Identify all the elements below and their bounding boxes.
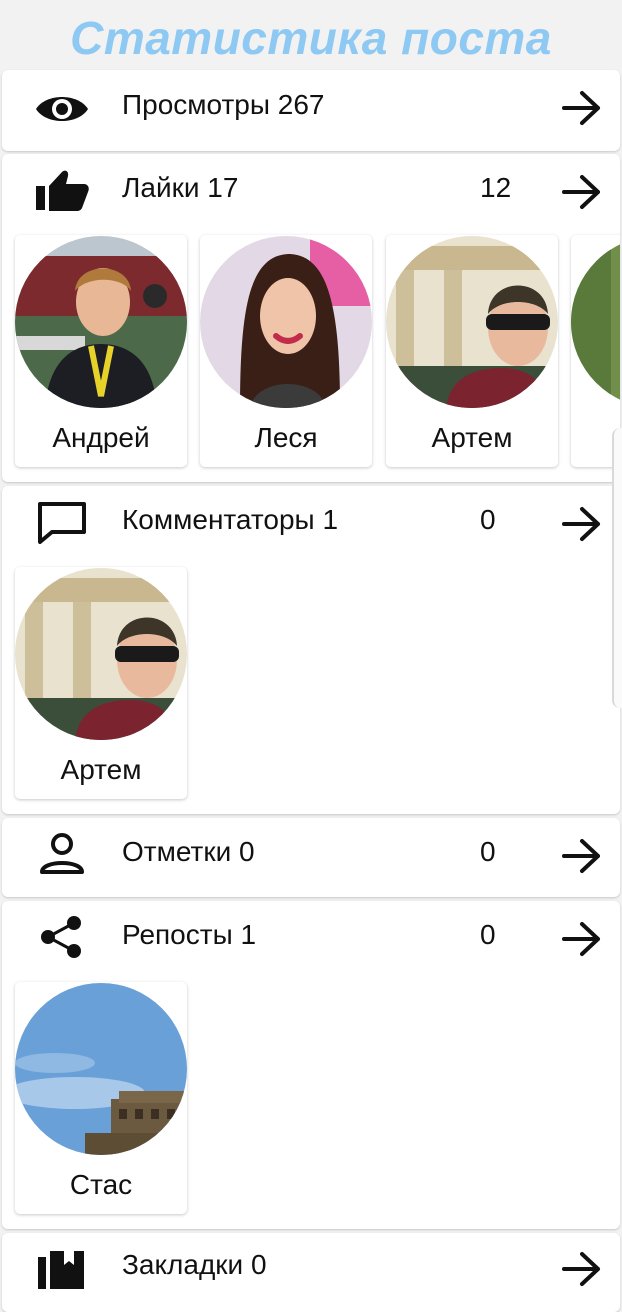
bookmarks-row[interactable]: Закладки 0 (2, 1233, 620, 1312)
likes-section: Лайки 17 12 Андрей Леся Артем (2, 154, 620, 482)
likes-count: 12 (480, 172, 512, 203)
avatar (15, 236, 187, 408)
liker-card[interactable]: Леся (200, 235, 372, 467)
reposts-arrow-icon[interactable] (560, 921, 604, 957)
liker-name: Леся (254, 422, 318, 453)
thumbs-up-icon (34, 168, 90, 212)
reposts-count: 0 (480, 919, 496, 950)
comments-count: 0 (480, 504, 496, 535)
tags-arrow-icon[interactable] (560, 838, 604, 874)
comments-section: Комментаторы 1 0 Артем (2, 486, 620, 814)
liker-name: Андрей (52, 422, 150, 453)
page-title: Статистика поста (70, 12, 552, 64)
views-label: Просмотры 267 (122, 89, 325, 120)
reposter-card[interactable]: Стас (15, 982, 187, 1214)
bookmark-icon (34, 1247, 90, 1291)
likes-label: Лайки 17 (122, 172, 239, 203)
tags-row[interactable]: Отметки 0 0 (2, 818, 620, 897)
reposts-section: Репосты 1 0 Стас (2, 901, 620, 1229)
tags-label: Отметки 0 (122, 836, 255, 867)
bookmarks-label: Закладки 0 (122, 1249, 267, 1280)
share-icon (34, 915, 90, 959)
views-row[interactable]: Просмотры 267 (2, 70, 620, 151)
comments-label: Комментаторы 1 (122, 504, 339, 535)
liker-name: Артем (431, 422, 513, 453)
reposts-label: Репосты 1 (122, 919, 257, 950)
avatar (571, 236, 620, 408)
likes-arrow-icon[interactable] (560, 174, 604, 210)
commenter-card[interactable]: Артем (15, 567, 187, 799)
commenter-name: Артем (60, 754, 142, 785)
eye-icon (34, 87, 90, 131)
comment-icon (34, 500, 90, 544)
person-icon (34, 832, 90, 876)
avatar (200, 236, 372, 408)
liker-card[interactable]: Андрей (15, 235, 187, 467)
reposter-name: Стас (69, 1169, 133, 1200)
avatar (386, 236, 558, 408)
liker-card[interactable]: Артем (386, 235, 558, 467)
views-arrow-icon[interactable] (560, 90, 604, 126)
edge-scroll-handle[interactable] (612, 428, 622, 708)
comments-arrow-icon[interactable] (560, 506, 604, 542)
tags-count: 0 (480, 836, 496, 867)
bookmarks-arrow-icon[interactable] (560, 1251, 604, 1287)
avatar (15, 983, 187, 1155)
avatar (15, 568, 187, 740)
